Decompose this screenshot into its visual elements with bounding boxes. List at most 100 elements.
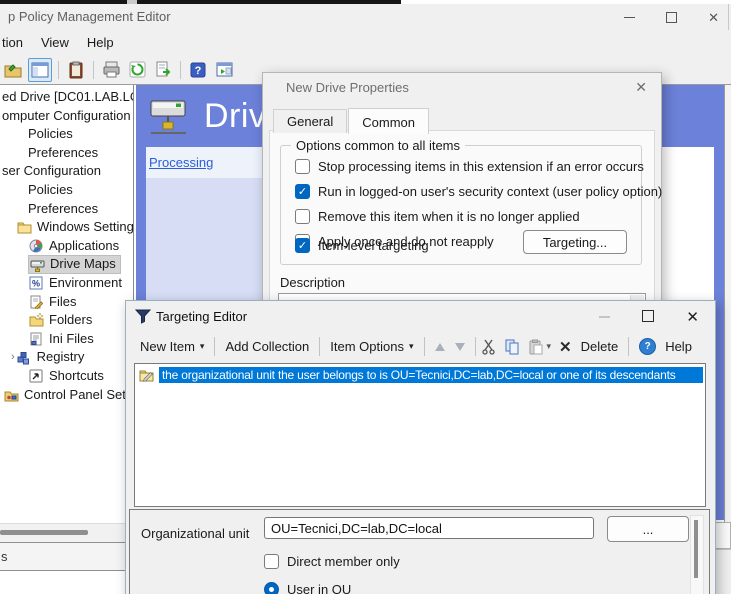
close-icon[interactable]: ✕ [686, 308, 699, 326]
applications-icon [29, 239, 44, 253]
files-icon [29, 295, 44, 309]
maximize-icon[interactable] [666, 12, 677, 23]
tab-common[interactable]: Common [348, 108, 429, 134]
paste-dropdown-icon[interactable]: ▾ [547, 341, 552, 352]
radio-icon[interactable] [264, 582, 279, 594]
checkbox-icon[interactable]: ✓ [295, 209, 310, 224]
radio-label: User in OU [287, 582, 351, 594]
tree-item-computer-configuration[interactable]: omputer Configuration [0, 107, 133, 126]
tree-item-files[interactable]: Files [0, 293, 133, 312]
selected-tree-item: Drive Maps [28, 255, 121, 274]
copy-icon[interactable] [504, 339, 521, 355]
tree-item-user-configuration[interactable]: ser Configuration [0, 162, 133, 181]
chevron-down-icon: ▾ [409, 341, 414, 352]
chevron-right-icon[interactable]: › [11, 348, 15, 367]
organizational-unit-label: Organizational unit [141, 526, 249, 541]
targeting-items-list[interactable]: the organizational unit the user belongs… [134, 363, 706, 507]
move-down-icon[interactable] [455, 343, 465, 351]
tree-item-shortcuts[interactable]: Shortcuts [0, 367, 133, 386]
panel-scrollbar[interactable] [690, 515, 704, 594]
scrollbar-thumb[interactable] [0, 530, 88, 535]
browse-button[interactable]: ... [607, 516, 689, 542]
refresh-icon[interactable] [126, 59, 148, 81]
checkbox-icon[interactable]: ✓ [295, 159, 310, 174]
targeting-list-item[interactable]: the organizational unit the user belongs… [139, 367, 703, 383]
checkbox-row-run-in-context[interactable]: ✓ Run in logged-on user's security conte… [295, 184, 662, 199]
tree-item-environment[interactable]: % Environment [0, 274, 133, 293]
organizational-unit-input[interactable] [264, 517, 594, 539]
menu-help[interactable]: Help [78, 32, 123, 53]
funnel-icon [135, 308, 151, 324]
help-icon[interactable]: ? [187, 59, 209, 81]
tree-item-ini-files[interactable]: Ini Files [0, 330, 133, 349]
tree-item-drive-maps[interactable]: Drive Maps [0, 255, 133, 274]
drive-icon [30, 258, 45, 272]
folders-icon [29, 313, 44, 327]
user-in-ou-radio-row[interactable]: User in OU [264, 582, 351, 594]
checkbox-row-remove-item[interactable]: ✓ Remove this item when it is no longer … [295, 209, 580, 224]
close-icon[interactable]: ✕ [708, 11, 719, 24]
tree-horizontal-scrollbar[interactable] [0, 523, 134, 542]
tree-item-windows-settings[interactable]: Windows Settings [0, 218, 133, 237]
tree-item-folders[interactable]: Folders [0, 311, 133, 330]
checkbox-label: Run in logged-on user's security context… [318, 184, 662, 199]
tree-item-control-panel[interactable]: Control Panel Sett [0, 386, 133, 405]
checkbox-row-item-level-targeting[interactable]: ✓ Item-level targeting [295, 238, 429, 253]
move-up-icon[interactable] [435, 343, 445, 351]
tree-item-registry[interactable]: › Registry [0, 348, 133, 367]
targeting-toolbar: New Item ▾ Add Collection Item Options ▾… [126, 332, 715, 361]
close-icon[interactable]: ✕ [635, 79, 647, 96]
minimize-icon[interactable] [599, 316, 610, 318]
delete-button[interactable]: ✕ Delete [557, 335, 623, 359]
svg-text:%: % [32, 279, 40, 289]
menu-action[interactable]: tion [0, 32, 32, 53]
minimize-icon[interactable] [624, 17, 635, 18]
dialog-titlebar: Targeting Editor ✕ [126, 301, 715, 332]
organizational-unit-icon [139, 368, 155, 382]
add-collection-button[interactable]: Add Collection [220, 336, 314, 357]
checkbox-row-stop-processing[interactable]: ✓ Stop processing items in this extensio… [295, 159, 644, 174]
menu-bar: tion View Help [0, 30, 731, 55]
tree-item-policies[interactable]: Policies [0, 125, 133, 144]
tree-item-preferences[interactable]: Preferences [0, 200, 133, 219]
checkbox-icon[interactable]: ✓ [295, 238, 310, 253]
status-bar: s [0, 542, 134, 571]
clipboard-icon[interactable] [65, 59, 87, 81]
tree-item-policies[interactable]: Policies [0, 181, 133, 200]
tab-general[interactable]: General [273, 109, 347, 133]
export-list-icon[interactable] [152, 59, 174, 81]
tree-item-applications[interactable]: Applications [0, 237, 133, 256]
window-title: p Policy Management Editor [8, 9, 171, 24]
new-window-icon[interactable] [213, 59, 235, 81]
tree-item-root[interactable]: ed Drive [DC01.LAB.LOCA [0, 88, 133, 107]
maximize-icon[interactable] [642, 310, 654, 322]
scrollbar-thumb[interactable] [694, 520, 698, 578]
description-label: Description [280, 275, 345, 290]
direct-member-checkbox-row[interactable]: ✓ Direct member only [264, 554, 400, 569]
banner-drive-icon [148, 94, 190, 138]
targeting-button[interactable]: Targeting... [523, 230, 627, 254]
new-item-button[interactable]: New Item ▾ [135, 336, 209, 357]
processing-link[interactable]: Processing [149, 155, 213, 170]
environment-icon: % [29, 276, 44, 290]
chevron-down-icon: ▾ [200, 341, 205, 352]
toolbar-separator [475, 337, 476, 356]
tab-strip: General Common [273, 107, 430, 133]
menu-view[interactable]: View [32, 32, 78, 53]
cut-icon[interactable] [481, 339, 497, 355]
groupbox-legend: Options common to all items [291, 138, 465, 153]
status-text: s [1, 549, 8, 564]
screen: p Policy Management Editor ✕ tion View H… [0, 0, 731, 594]
tree-item-preferences[interactable]: Preferences [0, 144, 133, 163]
checkbox-icon[interactable]: ✓ [264, 554, 279, 569]
item-options-button[interactable]: Item Options ▾ [325, 336, 418, 357]
folder-icon [17, 220, 32, 234]
console-tree-toggle-icon[interactable] [28, 58, 52, 82]
paste-icon[interactable] [528, 339, 544, 355]
checkbox-icon[interactable]: ✓ [295, 184, 310, 199]
open-folder-icon[interactable] [2, 59, 24, 81]
registry-icon [17, 351, 32, 365]
help-button[interactable]: ? Help [634, 335, 697, 358]
shortcuts-icon [29, 369, 44, 383]
printer-icon[interactable] [100, 59, 122, 81]
